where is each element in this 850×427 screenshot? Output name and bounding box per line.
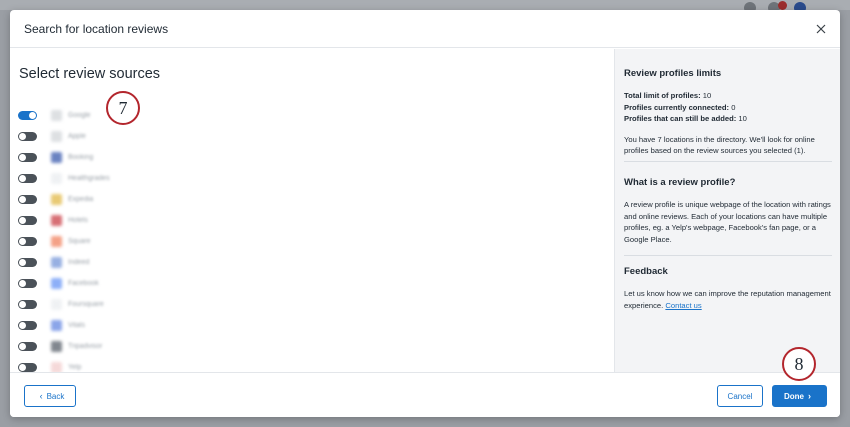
source-name: Booking bbox=[68, 154, 94, 161]
location-reviews-modal: Search for location reviews Select revie… bbox=[10, 10, 840, 417]
limits-heading: Review profiles limits bbox=[624, 68, 722, 79]
feedback-section: Feedback Let us know how we can improve … bbox=[624, 266, 832, 311]
source-row: Healthgrades bbox=[18, 168, 110, 189]
source-toggle[interactable] bbox=[18, 132, 37, 141]
what-heading: What is a review profile? bbox=[624, 177, 736, 188]
source-toggle[interactable] bbox=[18, 153, 37, 162]
cancel-button[interactable]: Cancel bbox=[717, 385, 763, 407]
source-row: Foursquare bbox=[18, 294, 110, 315]
divider bbox=[624, 161, 832, 162]
back-button[interactable]: ‹ Back bbox=[24, 385, 76, 407]
source-name: Apple bbox=[68, 133, 86, 140]
limits-description: You have 7 locations in the directory. W… bbox=[624, 134, 815, 156]
chevron-right-icon: › bbox=[808, 391, 811, 401]
source-name: Tripadvisor bbox=[68, 343, 103, 350]
divider bbox=[624, 255, 832, 256]
done-button[interactable]: Done › bbox=[772, 385, 827, 407]
source-toggle[interactable] bbox=[18, 279, 37, 288]
connected-label: Profiles currently connected: bbox=[624, 102, 730, 112]
what-section: What is a review profile? A review profi… bbox=[624, 177, 832, 245]
source-row: Expedia bbox=[18, 189, 110, 210]
feedback-text: Let us know how we can improve the reput… bbox=[624, 288, 832, 311]
source-row: Hotels bbox=[18, 210, 110, 231]
section-title: Select review sources bbox=[19, 66, 161, 82]
source-toggle[interactable] bbox=[18, 216, 37, 225]
step-8-annotation: 8 bbox=[782, 347, 816, 381]
source-logo-icon bbox=[51, 299, 62, 310]
close-button[interactable] bbox=[812, 20, 830, 38]
source-logo-icon bbox=[51, 320, 62, 331]
connected-value: 0 bbox=[731, 102, 736, 112]
source-toggle[interactable] bbox=[18, 363, 37, 372]
source-row: Indeed bbox=[18, 252, 110, 273]
source-toggle[interactable] bbox=[18, 111, 37, 120]
source-toggle[interactable] bbox=[18, 258, 37, 267]
source-name: Healthgrades bbox=[68, 175, 110, 182]
what-description: A review profile is unique webpage of th… bbox=[624, 200, 831, 244]
remaining-line: Profiles that can still be added: 10 bbox=[624, 113, 832, 125]
notification-badge bbox=[778, 1, 787, 10]
done-label: Done bbox=[784, 391, 804, 401]
close-icon bbox=[816, 24, 826, 34]
feedback-description: Let us know how we can improve the reput… bbox=[624, 289, 831, 310]
source-logo-icon bbox=[51, 215, 62, 226]
source-logo-icon bbox=[51, 194, 62, 205]
source-toggle[interactable] bbox=[18, 174, 37, 183]
feedback-heading: Feedback bbox=[624, 266, 668, 277]
remaining-label: Profiles that can still be added: bbox=[624, 114, 737, 124]
source-name: Facebook bbox=[68, 280, 99, 287]
source-toggle[interactable] bbox=[18, 321, 37, 330]
modal-header: Search for location reviews bbox=[10, 10, 840, 48]
source-logo-icon bbox=[51, 131, 62, 142]
source-name: Google bbox=[68, 112, 91, 119]
source-row: Booking bbox=[18, 147, 110, 168]
source-toggle[interactable] bbox=[18, 342, 37, 351]
total-limit-line: Total limit of profiles: 10 bbox=[624, 90, 832, 102]
connected-line: Profiles currently connected: 0 bbox=[624, 102, 832, 114]
source-logo-icon bbox=[51, 257, 62, 268]
source-row: Vitals bbox=[18, 315, 110, 336]
source-logo-icon bbox=[51, 278, 62, 289]
source-logo-icon bbox=[51, 110, 62, 121]
source-name: Square bbox=[68, 238, 91, 245]
limits-details: Total limit of profiles: 10 Profiles cur… bbox=[624, 90, 832, 125]
source-toggle[interactable] bbox=[18, 300, 37, 309]
total-limit-label: Total limit of profiles: bbox=[624, 91, 701, 100]
back-label: Back bbox=[46, 391, 65, 401]
source-logo-icon bbox=[51, 152, 62, 163]
source-name: Hotels bbox=[68, 217, 88, 224]
source-row: Tripadvisor bbox=[18, 336, 110, 357]
source-name: Vitals bbox=[68, 322, 85, 329]
limits-section: Review profiles limits Total limit of pr… bbox=[624, 68, 832, 157]
review-sources-panel: Select review sources Google Apple Booking… bbox=[10, 49, 614, 373]
source-logo-icon bbox=[51, 341, 62, 352]
total-limit-value: 10 bbox=[702, 91, 712, 100]
source-row: Apple bbox=[18, 126, 110, 147]
info-panel: Review profiles limits Total limit of pr… bbox=[614, 49, 840, 372]
background-topbar bbox=[0, 0, 850, 10]
source-name: Foursquare bbox=[68, 301, 104, 308]
source-name: Yelp bbox=[68, 364, 82, 371]
source-logo-icon bbox=[51, 173, 62, 184]
review-sources-list: Google Apple Booking Healthgrades Expedia Hot… bbox=[18, 105, 110, 378]
chevron-left-icon: ‹ bbox=[39, 391, 43, 401]
source-row: Google bbox=[18, 105, 110, 126]
source-row: Square bbox=[18, 231, 110, 252]
cancel-label: Cancel bbox=[727, 391, 753, 401]
source-row: Facebook bbox=[18, 273, 110, 294]
remaining-value: 10 bbox=[738, 114, 747, 124]
source-toggle[interactable] bbox=[18, 195, 37, 204]
source-logo-icon bbox=[51, 236, 62, 247]
source-toggle[interactable] bbox=[18, 237, 37, 246]
modal-footer: ‹ Back Cancel Done › bbox=[10, 372, 840, 417]
source-name: Indeed bbox=[68, 259, 90, 266]
modal-title: Search for location reviews bbox=[24, 21, 169, 36]
contact-us-link[interactable]: Contact us bbox=[665, 301, 701, 310]
source-name: Expedia bbox=[68, 196, 94, 203]
step-7-annotation: 7 bbox=[106, 91, 140, 125]
